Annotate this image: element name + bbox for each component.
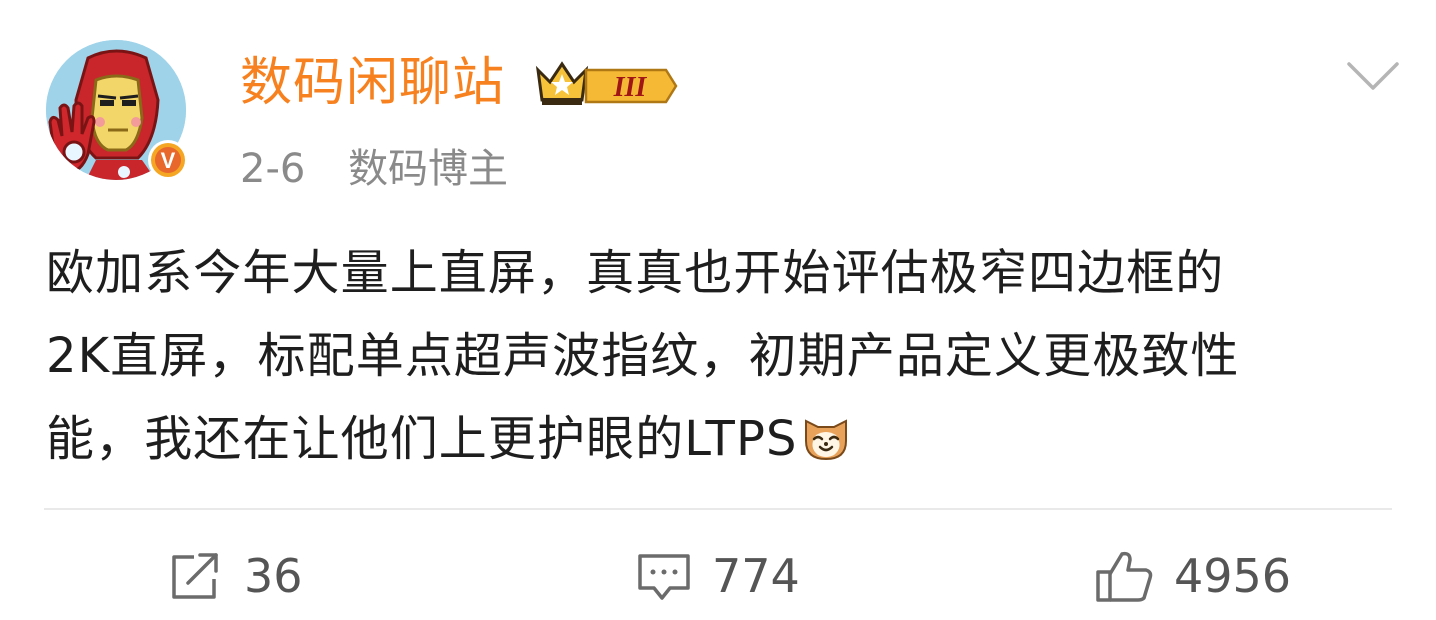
svg-text:III: III: [613, 72, 648, 103]
username[interactable]: 数码闲聊站: [240, 52, 505, 114]
share-icon: [172, 553, 218, 599]
share-button[interactable]: 36: [168, 544, 303, 608]
verified-badge-icon: V: [148, 140, 188, 180]
post-meta: 2-6 数码博主: [240, 144, 508, 194]
weibo-post: V 数码闲聊站 III 2-6 数码博主 欧加系今年大量上直屏，真真也开始评估极…: [0, 0, 1436, 620]
cat-emoji-icon: [804, 419, 847, 461]
divider: [44, 508, 1392, 510]
comment-button[interactable]: 774: [636, 544, 800, 608]
content-line: 能，我还在让他们上更护眼的LTPS: [46, 398, 1390, 481]
user-tag: 数码博主: [348, 146, 509, 192]
like-button[interactable]: 4956: [1094, 544, 1291, 608]
comment-count: 774: [712, 549, 800, 603]
like-count: 4956: [1174, 549, 1292, 603]
level-badge-icon[interactable]: III: [534, 54, 680, 110]
content-line: 2K直屏，标配单点超声波指纹，初期产品定义更极致性: [46, 328, 1240, 384]
svg-text:V: V: [161, 148, 176, 173]
post-date: 2-6: [240, 146, 306, 192]
thumbs-up-icon: [1096, 551, 1153, 602]
chevron-down-icon[interactable]: [1346, 60, 1400, 92]
content-line: 欧加系今年大量上直屏，真真也开始评估极窄四边框的: [46, 245, 1225, 301]
comment-icon: [638, 554, 690, 600]
content-text: 能，我还在让他们上更护眼的LTPS: [46, 411, 798, 467]
post-content: 欧加系今年大量上直屏，真真也开始评估极窄四边框的 2K直屏，标配单点超声波指纹，…: [46, 232, 1390, 481]
avatar[interactable]: V: [46, 40, 192, 186]
share-count: 36: [244, 549, 303, 603]
